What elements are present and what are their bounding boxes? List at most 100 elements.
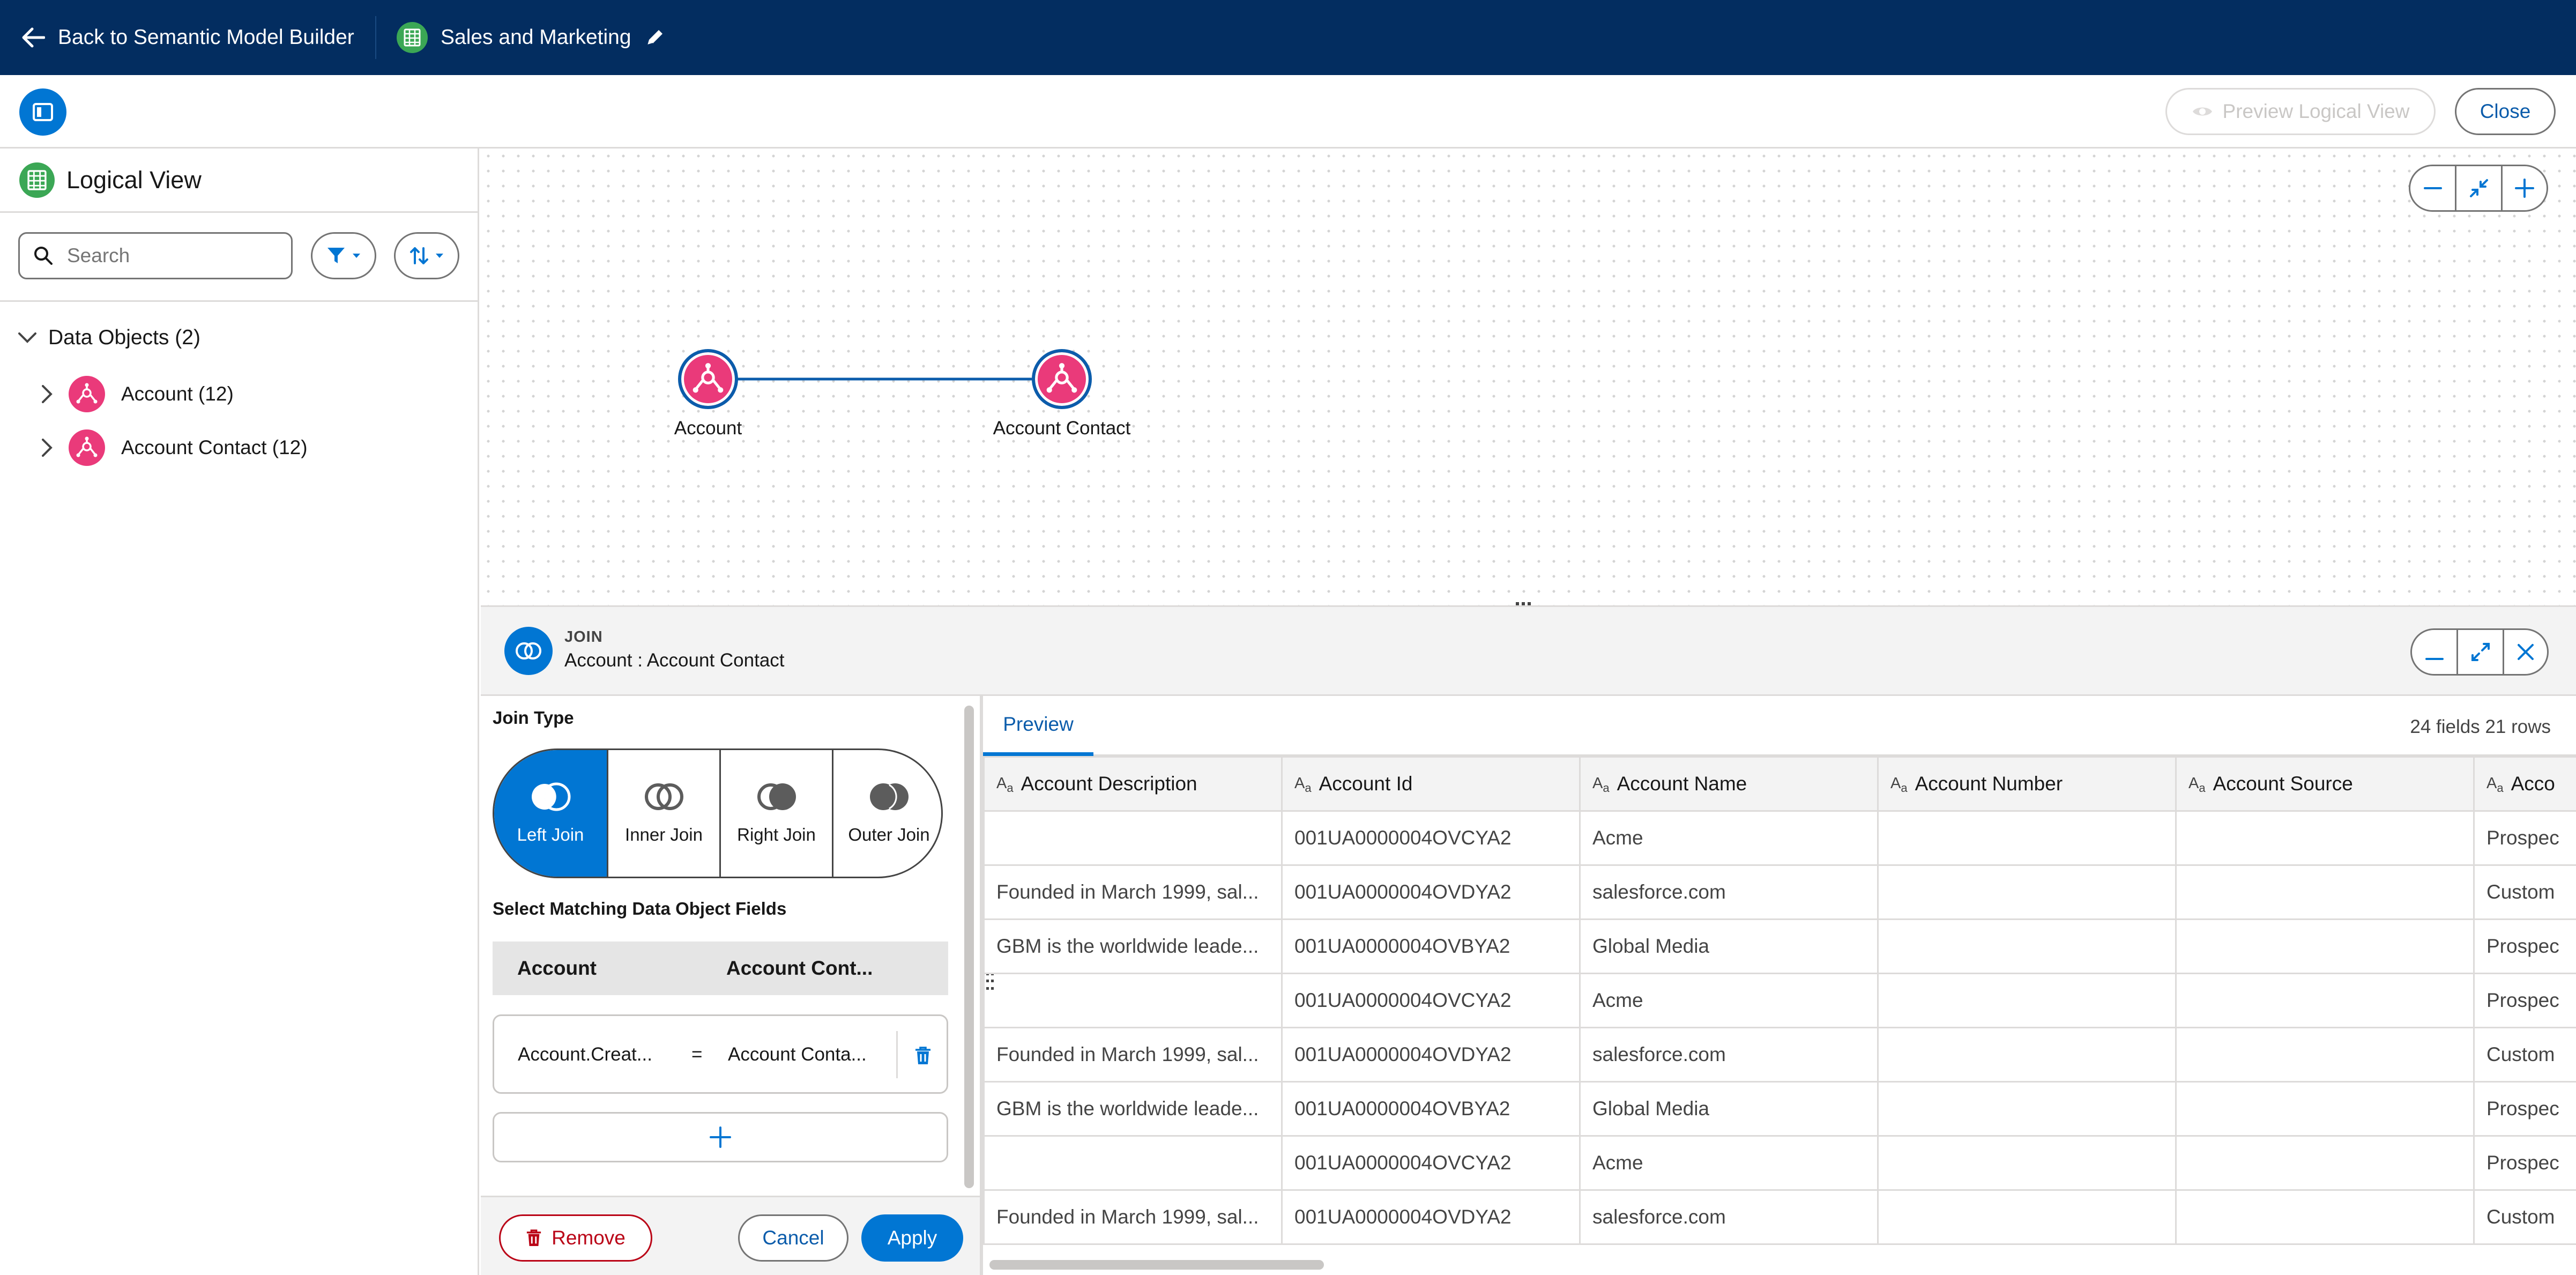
preview-table: Aa Account Description Aa Account Id Aa Acc…: [983, 756, 2576, 1245]
apply-button[interactable]: Apply: [861, 1214, 963, 1262]
join-type-right[interactable]: Right Join: [719, 750, 832, 877]
outer-join-icon: [869, 783, 909, 810]
filter-button[interactable]: [311, 232, 376, 279]
preview-logical-view-label: Preview Logical View: [2222, 100, 2410, 122]
join-type-label: Outer Join: [848, 825, 930, 844]
preview-table-viewport[interactable]: Aa Account Description Aa Account Id Aa Acc…: [983, 756, 2576, 1249]
right-join-icon: [757, 783, 796, 810]
tab-preview[interactable]: Preview: [983, 696, 1093, 756]
table-cell: salesforce.com: [1579, 1027, 1879, 1083]
table-cell: GBM is the worldwide leade...: [983, 1081, 1283, 1137]
table-cell: [983, 973, 1283, 1028]
left-join-icon: [532, 782, 571, 811]
data-objects-section[interactable]: Data Objects (2): [18, 319, 200, 357]
tree-item-account-contact[interactable]: Account Contact (12): [42, 426, 308, 469]
table-cell: Prospec: [2473, 810, 2576, 866]
table-cell: Prospec: [2473, 973, 2576, 1028]
column-header[interactable]: Aa Account Source: [2175, 756, 2475, 812]
join-type-inner[interactable]: Inner Join: [607, 750, 719, 877]
expand-icon: [2471, 643, 2490, 661]
column-header[interactable]: Aa Account Name: [1579, 756, 1879, 812]
model-title: Sales and Marketing: [397, 20, 666, 55]
condition-divider: [896, 1031, 898, 1078]
table-cell: 001UA0000004OVDYA2: [1281, 864, 1581, 920]
global-header: Back to Semantic Model Builder Sales and…: [0, 0, 2576, 75]
join-type-left[interactable]: Left Join: [494, 750, 607, 877]
table-cell: Global Media: [1579, 918, 1879, 974]
column-header[interactable]: Aa Account Id: [1281, 756, 1581, 812]
delete-condition-button[interactable]: [907, 1040, 939, 1072]
config-scrollbar[interactable]: [964, 706, 974, 1188]
join-type-outer[interactable]: Outer Join: [832, 750, 941, 877]
table-cell: 001UA0000004OVCYA2: [1281, 1135, 1581, 1191]
zoom-controls: [2409, 165, 2548, 212]
right-field-select[interactable]: Account Conta...: [728, 1044, 867, 1065]
add-condition-button[interactable]: [493, 1112, 948, 1162]
left-object-column: Account: [517, 957, 597, 979]
join-type-label: Right Join: [737, 825, 816, 844]
spreadsheet-icon: [397, 22, 428, 53]
fit-to-screen-button[interactable]: [2456, 166, 2503, 210]
cancel-button[interactable]: Cancel: [738, 1214, 848, 1262]
join-type-label: Inner Join: [625, 825, 703, 844]
canvas-node-label: Account: [674, 418, 742, 439]
search-box[interactable]: [18, 232, 293, 279]
zoom-in-button[interactable]: [2503, 166, 2547, 210]
logical-view-canvas[interactable]: Account Account Contact: [481, 149, 2576, 605]
close-panel-button[interactable]: [2504, 630, 2547, 674]
chevron-down-icon: [436, 254, 443, 258]
tree-item-account[interactable]: Account (12): [42, 373, 234, 416]
close-icon: [2518, 644, 2534, 660]
chevron-down-icon: [18, 332, 36, 343]
table-cell: salesforce.com: [1579, 864, 1879, 920]
data-object-icon: [1046, 363, 1077, 393]
back-link-label: Back to Semantic Model Builder: [58, 26, 354, 49]
chevron-right-icon: [42, 385, 53, 403]
data-object-icon: [693, 363, 724, 393]
tree-item-label: Account (12): [121, 383, 234, 405]
close-button[interactable]: Close: [2455, 88, 2556, 135]
table-cell: [1877, 1081, 2177, 1137]
table-cell: 001UA0000004OVDYA2: [1281, 1189, 1581, 1245]
table-row: GBM is the worldwide leade... 001UA000000…: [983, 918, 2576, 974]
column-header[interactable]: Aa Acco: [2473, 756, 2576, 812]
plus-icon: [2515, 179, 2534, 198]
toggle-panel-button[interactable]: [19, 88, 66, 136]
expand-button[interactable]: [2458, 630, 2504, 674]
join-subtitle: Account : Account Contact: [564, 650, 785, 671]
horizontal-scrollbar[interactable]: [989, 1260, 1324, 1270]
table-cell: 001UA0000004OVCYA2: [1281, 810, 1581, 866]
zoom-out-button[interactable]: [2410, 166, 2456, 210]
edit-pencil-icon[interactable]: [644, 27, 666, 48]
plus-icon: [710, 1126, 731, 1148]
join-connector-line[interactable]: [481, 149, 1553, 417]
table-cell: [1877, 973, 2177, 1028]
canvas-node-account-contact[interactable]: [1032, 349, 1092, 409]
remove-join-button[interactable]: Remove: [499, 1214, 652, 1262]
table-cell: [2175, 1027, 2475, 1083]
tree-item-label: Account Contact (12): [121, 436, 308, 458]
minus-icon: [2423, 187, 2442, 189]
table-row: 001UA0000004OVCYA2 Acme Prospec: [983, 973, 2576, 1028]
eye-icon: [2192, 107, 2212, 116]
minimize-button[interactable]: [2412, 630, 2458, 674]
table-cell: [2175, 1189, 2475, 1245]
table-cell: Founded in March 1999, sal...: [983, 1189, 1283, 1245]
trash-icon: [526, 1229, 541, 1246]
back-link[interactable]: Back to Semantic Model Builder: [21, 20, 354, 55]
preview-logical-view-button[interactable]: Preview Logical View: [2165, 88, 2436, 135]
header-divider: [375, 16, 376, 59]
search-input[interactable]: [67, 244, 271, 267]
chevron-right-icon: [42, 439, 53, 457]
logical-view-panel: Logical View Data Objects (2) Account (1…: [0, 149, 479, 1275]
column-header[interactable]: Aa Account Number: [1877, 756, 2177, 812]
table-cell: 001UA0000004OVDYA2: [1281, 1027, 1581, 1083]
table-cell: Founded in March 1999, sal...: [983, 864, 1283, 920]
table-cell: [983, 1135, 1283, 1191]
left-field-select[interactable]: Account.Creat...: [518, 1044, 652, 1065]
table-row: 001UA0000004OVCYA2 Acme Prospec: [983, 1135, 2576, 1191]
data-object-icon: [69, 376, 105, 412]
sort-button[interactable]: [394, 232, 459, 279]
column-header[interactable]: Aa Account Description: [983, 756, 1283, 812]
canvas-node-account[interactable]: [678, 349, 738, 409]
